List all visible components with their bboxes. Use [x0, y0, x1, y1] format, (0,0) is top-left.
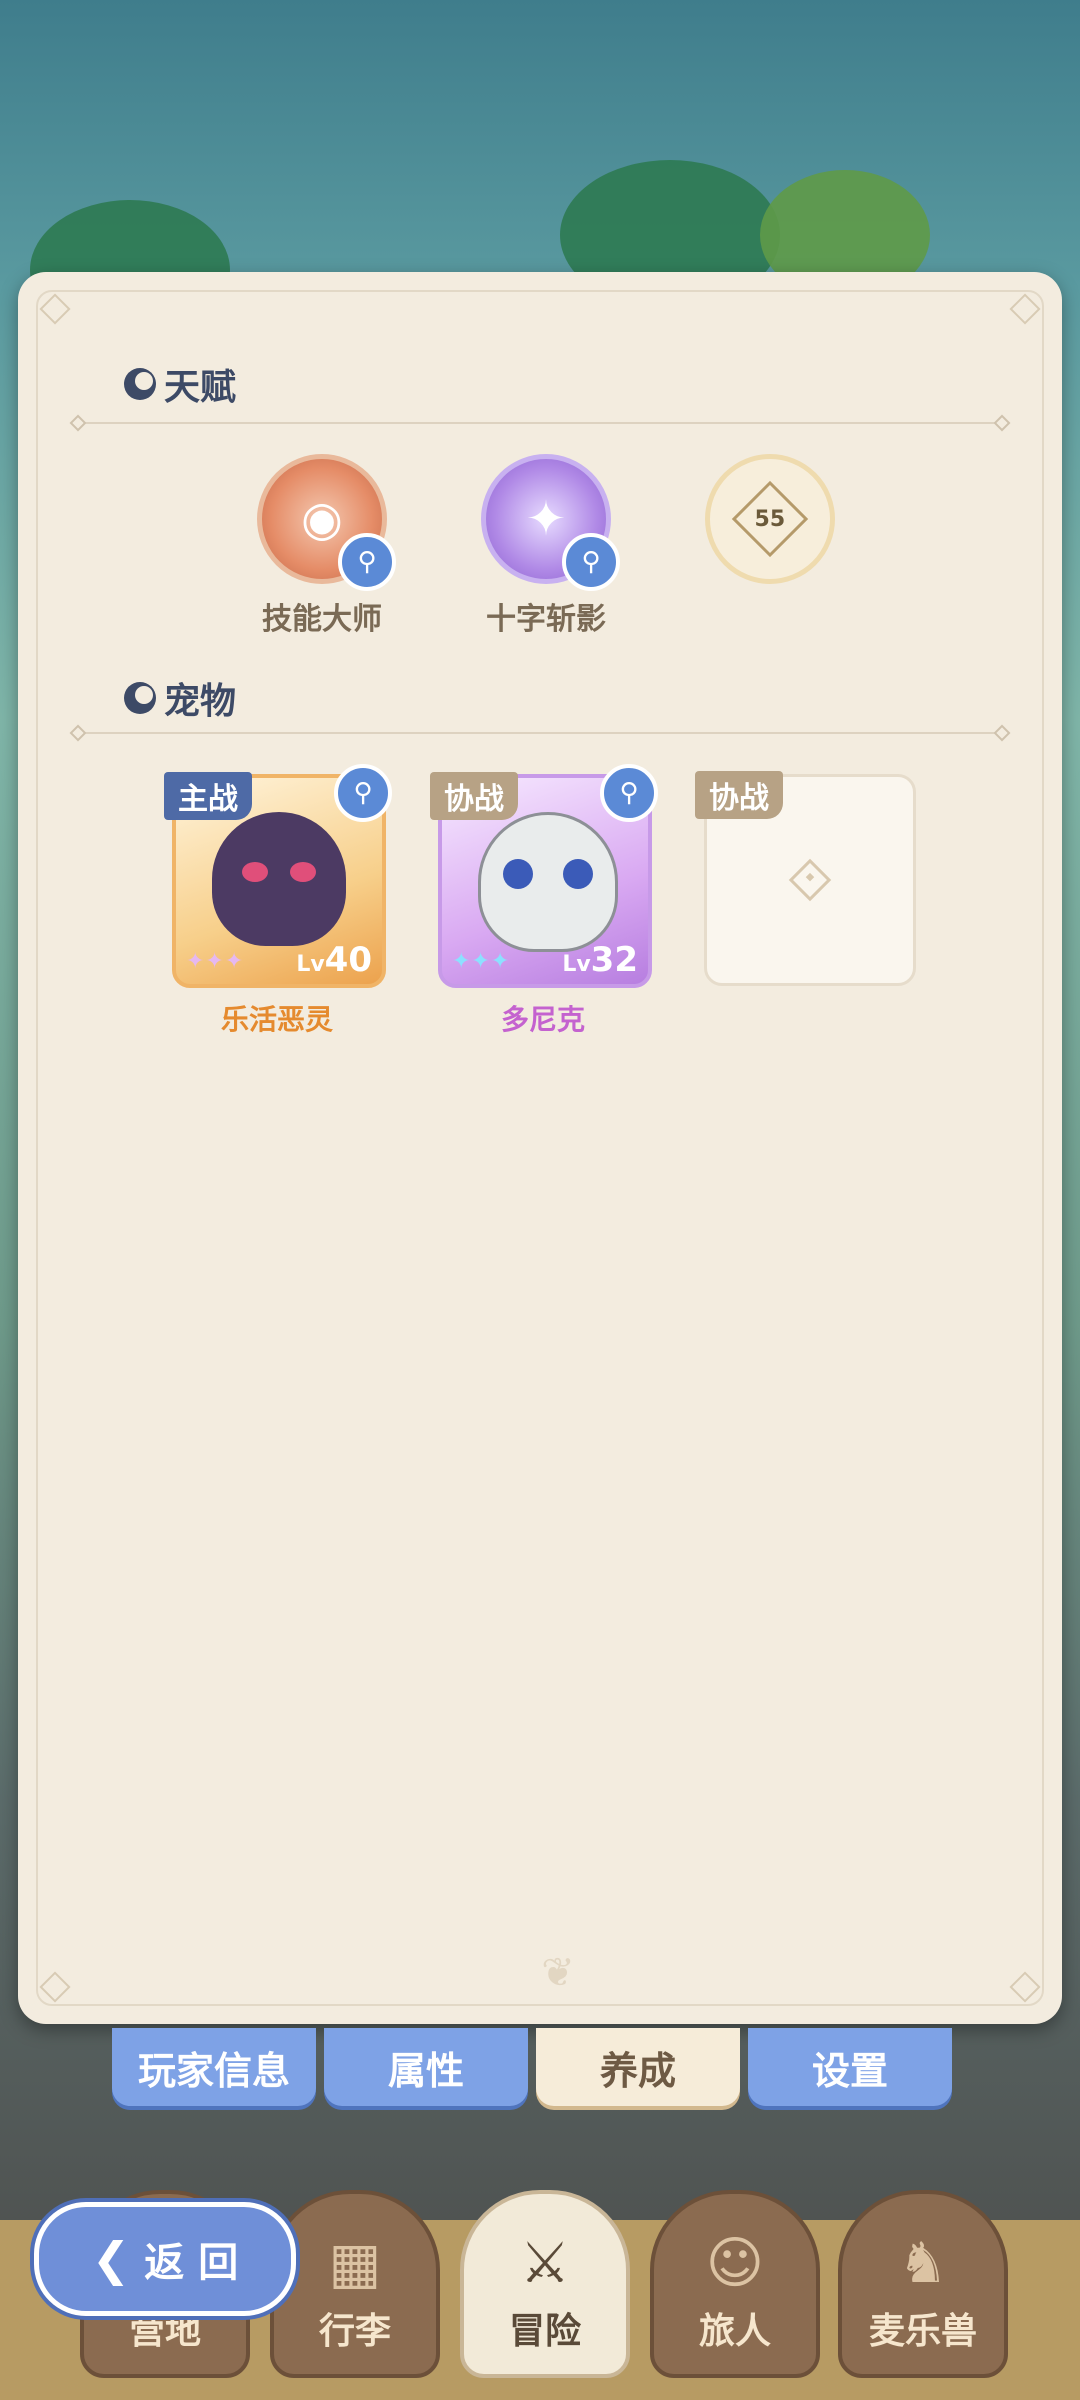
section-divider	[80, 732, 1000, 734]
talent-name: 技能大师	[262, 602, 382, 637]
pet-portrait	[212, 812, 346, 946]
locked-badge-icon: 55	[705, 454, 835, 584]
nav-beast[interactable]: ♞ 麦乐兽	[838, 2190, 1008, 2378]
pet-slot-main[interactable]: 主战 ⚲ ✦✦✦ Lv40 乐活恶灵	[164, 764, 392, 1038]
empty-slot-icon	[788, 858, 832, 902]
pet-name: 多尼克	[500, 1003, 585, 1036]
pet-card[interactable]: 主战 ⚲ ✦✦✦ Lv40	[164, 764, 392, 988]
unlock-level: 55	[754, 506, 786, 532]
pet-eye	[563, 859, 593, 889]
pets-section-title: 宠物	[164, 681, 237, 722]
back-arrow-icon: ❮	[91, 2232, 131, 2286]
assist-battle-tag: 协战	[430, 772, 518, 820]
talent-name: 十字斩影	[486, 602, 606, 637]
crystal-badge-icon: ✦ ⚲	[481, 454, 620, 591]
star-rating: ✦✦✦	[186, 949, 245, 974]
pets-section-header: 宠物	[124, 672, 236, 724]
pet-card[interactable]: 协战 ⚲ ✦✦✦ Lv32	[430, 764, 658, 988]
talent-skill-master[interactable]: ◉ ⚲ 技能大师	[252, 454, 396, 638]
search-icon[interactable]: ⚲	[338, 533, 396, 591]
pet-eye	[242, 862, 268, 882]
search-icon[interactable]: ⚲	[562, 533, 620, 591]
section-divider	[80, 422, 1000, 424]
level-number: 40	[324, 940, 372, 980]
talent-locked-slot[interactable]: 55	[700, 454, 840, 584]
eye-icon: ◉	[301, 491, 343, 547]
tab-player-info[interactable]: 玩家信息	[112, 2028, 316, 2106]
panel-corner-ornament	[39, 1971, 71, 2003]
talent-section-title: 天赋	[164, 367, 237, 408]
level-number: 32	[590, 940, 638, 980]
panel-corner-ornament	[39, 293, 71, 325]
nav-label: 行李	[318, 2311, 391, 2352]
pet-name: 乐活恶灵	[220, 1003, 333, 1036]
empty-pet-card[interactable]: 协战	[695, 771, 916, 986]
pet-portrait	[478, 812, 618, 952]
level-label: Lv	[296, 952, 325, 977]
pet-eye	[290, 862, 316, 882]
bottom-ornament-icon: ❦	[541, 1950, 575, 1996]
pet-level: Lv40	[296, 940, 372, 980]
nav-label: 麦乐兽	[868, 2311, 977, 2352]
traveler-icon: ☺	[705, 2231, 765, 2296]
panel-corner-ornament	[1009, 1971, 1041, 2003]
talent-section-header: 天赋	[124, 358, 236, 410]
bag-icon: ▦	[328, 2231, 382, 2296]
moon-icon	[124, 682, 156, 714]
tab-bar: 玩家信息 属性 养成 设置	[112, 2028, 960, 2106]
pet-slot-assist-1[interactable]: 协战 ⚲ ✦✦✦ Lv32 多尼克	[430, 764, 658, 1038]
growth-panel: 天赋 ◉ ⚲ 技能大师 ✦ ⚲ 十字斩影 55 宠物 主战 ⚲ ✦✦✦ Lv40…	[18, 272, 1062, 2024]
tab-growth[interactable]: 养成	[536, 2028, 740, 2106]
assist-battle-tag: 协战	[695, 771, 783, 819]
moon-icon	[124, 368, 156, 400]
back-button[interactable]: ❮ 返 回	[34, 2202, 296, 2316]
pet-eye	[503, 859, 533, 889]
talent-cross-slash[interactable]: ✦ ⚲ 十字斩影	[476, 454, 620, 638]
back-button-label: 返 回	[144, 2240, 239, 2286]
search-icon[interactable]: ⚲	[334, 764, 392, 822]
search-icon[interactable]: ⚲	[600, 764, 658, 822]
main-battle-tag: 主战	[164, 772, 252, 820]
nav-label: 冒险	[508, 2311, 581, 2352]
beast-icon: ♞	[897, 2231, 949, 2296]
tab-attributes[interactable]: 属性	[324, 2028, 528, 2106]
tab-settings[interactable]: 设置	[748, 2028, 952, 2106]
level-label: Lv	[562, 952, 591, 977]
star-rating: ✦✦✦	[452, 949, 511, 974]
eye-badge-icon: ◉ ⚲	[257, 454, 396, 591]
pet-slot-assist-2[interactable]: 协战	[695, 771, 916, 986]
crystal-icon: ✦	[525, 491, 567, 547]
pet-level: Lv32	[562, 940, 638, 980]
nav-luggage[interactable]: ▦ 行李	[270, 2190, 440, 2378]
nav-label: 旅人	[698, 2311, 771, 2352]
swords-icon: ⚔	[519, 2231, 571, 2296]
nav-traveler[interactable]: ☺ 旅人	[650, 2190, 820, 2378]
panel-corner-ornament	[1009, 293, 1041, 325]
unlock-level-diamond: 55	[731, 480, 809, 558]
nav-adventure[interactable]: ⚔ 冒险	[460, 2190, 630, 2378]
